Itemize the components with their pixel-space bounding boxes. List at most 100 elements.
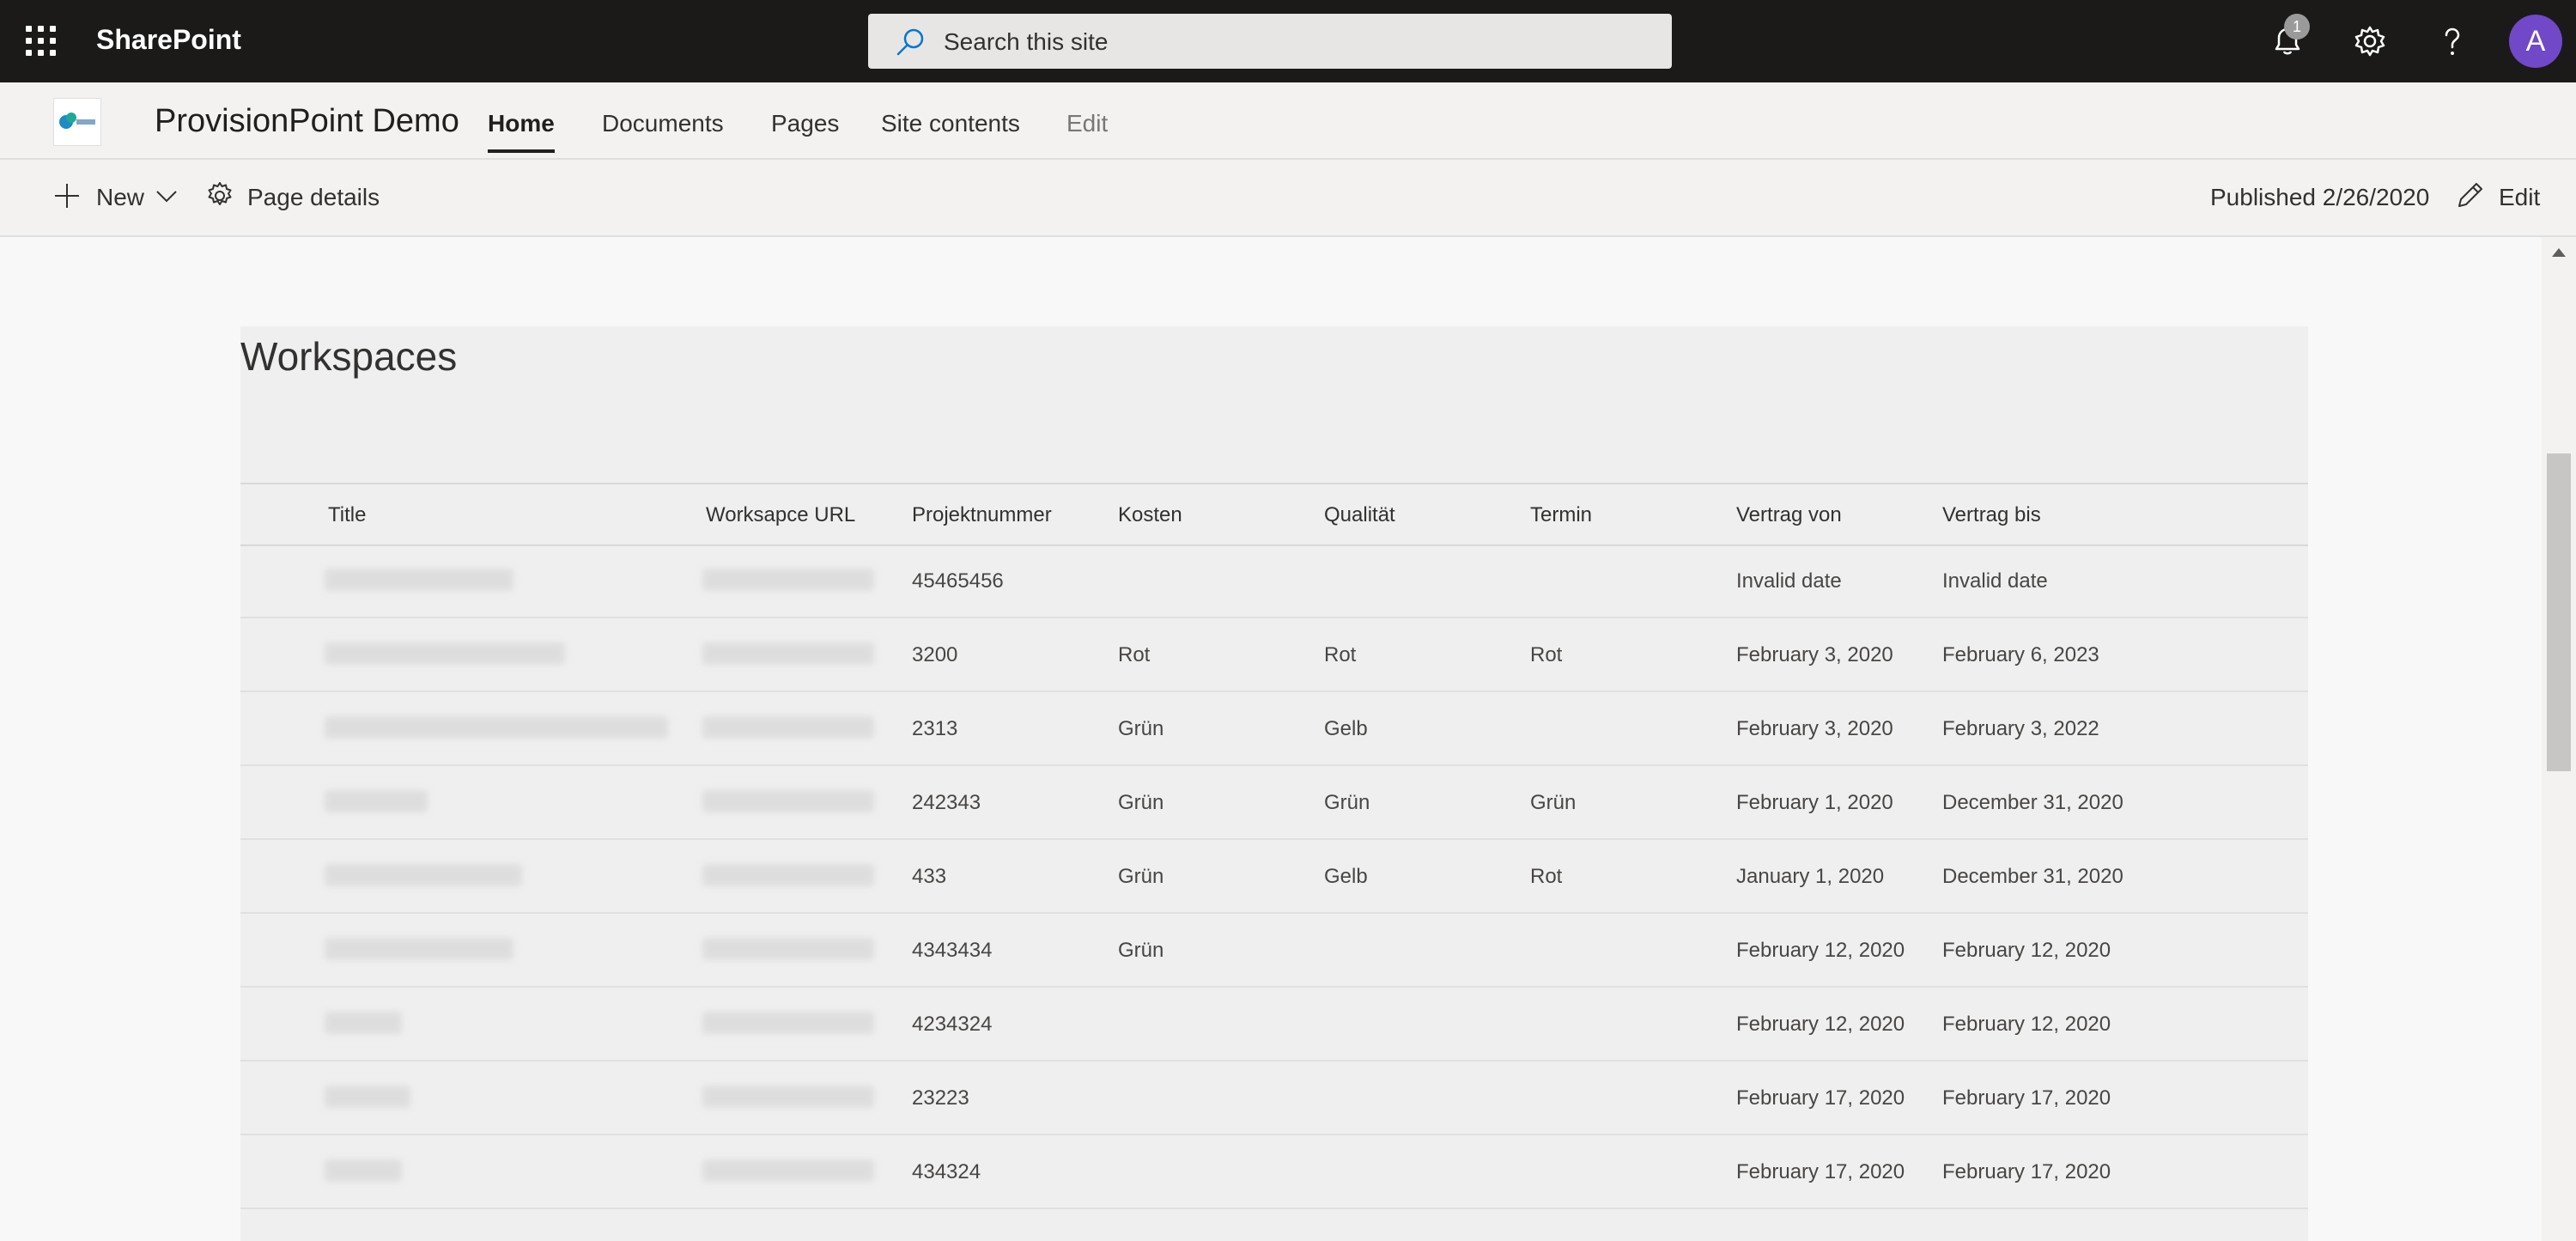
cell-qualitaet: Grün — [1324, 791, 1370, 814]
chevron-down-icon[interactable] — [155, 186, 179, 206]
cell-projektnummer: 242343 — [912, 791, 981, 814]
table-row[interactable]: 23223 February 17, 2020 February 17, 2020 — [240, 1062, 2308, 1135]
table-row[interactable]: 434324 February 17, 2020 February 17, 2020 — [240, 1135, 2308, 1209]
search-placeholder: Search this site — [944, 28, 1109, 55]
table-row[interactable]: 2313 Grün Gelb February 3, 2020 February 3, … — [240, 692, 2308, 766]
cell-title-redacted[interactable] — [325, 1159, 402, 1182]
cell-vertrag-von: Invalid date — [1736, 569, 1842, 593]
page-details-button[interactable]: Page details — [247, 184, 380, 211]
cell-title-redacted[interactable] — [325, 1086, 410, 1108]
cell-vertrag-von: February 3, 2020 — [1736, 643, 1893, 666]
cell-title-redacted[interactable] — [325, 569, 513, 591]
cell-projektnummer: 3200 — [912, 643, 958, 666]
cell-kosten: Grün — [1118, 865, 1164, 888]
cell-projektnummer: 45465456 — [912, 569, 1004, 593]
cell-projektnummer: 4234324 — [912, 1013, 993, 1036]
cell-termin: Grün — [1530, 791, 1577, 814]
cell-qualitaet: Gelb — [1324, 865, 1368, 888]
column-header-title[interactable]: Title — [328, 503, 366, 527]
site-header: ProvisionPoint Demo Home Documents Pages… — [0, 82, 2576, 160]
gear-icon[interactable] — [204, 180, 235, 211]
cell-title-redacted[interactable] — [325, 1012, 402, 1034]
nav-pages[interactable]: Pages — [771, 110, 839, 137]
cell-kosten: Grün — [1118, 939, 1164, 962]
brand-name[interactable]: SharePoint — [96, 24, 241, 56]
table-header: Title Worksapce URL Projektnummer Kosten… — [240, 483, 2308, 546]
cell-kosten: Rot — [1118, 643, 1151, 666]
cell-qualitaet: Gelb — [1324, 717, 1368, 740]
table-row[interactable]: 3200 Rot Rot Rot February 3, 2020 February 6,… — [240, 618, 2308, 692]
cell-workspace-url-redacted[interactable] — [702, 864, 874, 886]
cell-vertrag-von: February 1, 2020 — [1736, 791, 1893, 814]
scroll-up-arrow-icon[interactable] — [2550, 246, 2567, 259]
pencil-icon[interactable] — [2454, 180, 2485, 211]
cell-vertrag-bis: December 31, 2020 — [1942, 865, 2123, 888]
column-header-vertrag-bis[interactable]: Vertrag bis — [1942, 503, 2041, 527]
site-title[interactable]: ProvisionPoint Demo — [155, 103, 459, 140]
cell-vertrag-von: February 12, 2020 — [1736, 939, 1905, 962]
cell-title-redacted[interactable] — [325, 790, 428, 812]
table-row[interactable]: 45465456 Invalid date Invalid date — [240, 544, 2308, 618]
new-button[interactable]: New — [96, 184, 144, 211]
cell-workspace-url-redacted[interactable] — [702, 938, 874, 960]
cell-vertrag-bis: February 12, 2020 — [1942, 939, 2111, 962]
cell-workspace-url-redacted[interactable] — [702, 642, 874, 665]
column-header-qualitaet[interactable]: Qualität — [1324, 503, 1395, 527]
cell-workspace-url-redacted[interactable] — [702, 569, 874, 591]
cell-title-redacted[interactable] — [325, 864, 522, 886]
table-row[interactable]: 4234324 February 12, 2020 February 12, 202… — [240, 988, 2308, 1062]
column-header-projektnummer[interactable]: Projektnummer — [912, 503, 1052, 527]
cell-vertrag-bis: February 17, 2020 — [1942, 1160, 2111, 1183]
cell-vertrag-bis: Invalid date — [1942, 569, 2048, 593]
cell-workspace-url-redacted[interactable] — [702, 1086, 874, 1108]
suite-bar: SharePoint Search this site 1 A — [0, 0, 2576, 82]
column-header-termin[interactable]: Termin — [1530, 503, 1592, 527]
cell-projektnummer: 434324 — [912, 1160, 981, 1183]
cell-projektnummer: 2313 — [912, 717, 958, 740]
help-icon[interactable] — [2432, 21, 2473, 62]
scrollbar-thumb[interactable] — [2547, 453, 2571, 771]
webpart-title: Workspaces — [240, 334, 458, 379]
plus-icon[interactable] — [52, 180, 82, 211]
cell-title-redacted[interactable] — [325, 642, 565, 665]
edit-button[interactable]: Edit — [2499, 184, 2540, 211]
cell-vertrag-von: January 1, 2020 — [1736, 865, 1885, 888]
command-bar: New Page details Published 2/26/2020 Edi… — [0, 160, 2576, 237]
published-status: Published 2/26/2020 — [2210, 184, 2430, 210]
workspaces-webpart: Workspaces Title Worksapce URL Projektnu… — [240, 326, 2308, 1241]
cell-title-redacted[interactable] — [325, 938, 513, 960]
provisionpoint-logo-icon — [59, 113, 95, 129]
cell-vertrag-bis: February 6, 2023 — [1942, 643, 2099, 666]
cell-kosten: Grün — [1118, 717, 1164, 740]
cell-workspace-url-redacted[interactable] — [702, 1012, 874, 1034]
app-launcher-waffle-icon[interactable] — [26, 26, 57, 57]
site-logo[interactable] — [53, 98, 101, 146]
nav-edit[interactable]: Edit — [1066, 110, 1108, 137]
cell-vertrag-bis: February 17, 2020 — [1942, 1086, 2111, 1110]
table-row[interactable]: 242343 Grün Grün Grün February 1, 2020 Decemb… — [240, 766, 2308, 840]
cell-workspace-url-redacted[interactable] — [702, 790, 874, 812]
nav-site-contents[interactable]: Site contents — [881, 110, 1020, 137]
nav-home[interactable]: Home — [488, 110, 555, 153]
cell-vertrag-von: February 3, 2020 — [1736, 717, 1893, 740]
table-row[interactable]: 433 Grün Gelb Rot January 1, 2020 December 31… — [240, 840, 2308, 914]
cell-workspace-url-redacted[interactable] — [702, 1159, 874, 1182]
search-box[interactable]: Search this site — [868, 14, 1672, 69]
column-header-kosten[interactable]: Kosten — [1118, 503, 1182, 527]
cell-vertrag-bis: February 12, 2020 — [1942, 1013, 2111, 1036]
column-header-workspace-url[interactable]: Worksapce URL — [706, 503, 855, 527]
cell-kosten: Grün — [1118, 791, 1164, 814]
cell-projektnummer: 433 — [912, 865, 947, 888]
avatar[interactable]: A — [2509, 15, 2562, 68]
cell-workspace-url-redacted[interactable] — [702, 716, 874, 739]
cell-vertrag-von: February 12, 2020 — [1736, 1013, 1905, 1036]
notification-badge: 1 — [2284, 14, 2310, 40]
cell-title-redacted[interactable] — [325, 716, 668, 739]
cell-qualitaet: Rot — [1324, 643, 1357, 666]
cell-vertrag-bis: February 3, 2022 — [1942, 717, 2099, 740]
column-header-vertrag-von[interactable]: Vertrag von — [1736, 503, 1842, 527]
cell-termin: Rot — [1530, 865, 1563, 888]
nav-documents[interactable]: Documents — [602, 110, 724, 137]
table-row[interactable]: 4343434 Grün February 12, 2020 February 12,… — [240, 914, 2308, 988]
gear-icon[interactable] — [2349, 21, 2391, 62]
